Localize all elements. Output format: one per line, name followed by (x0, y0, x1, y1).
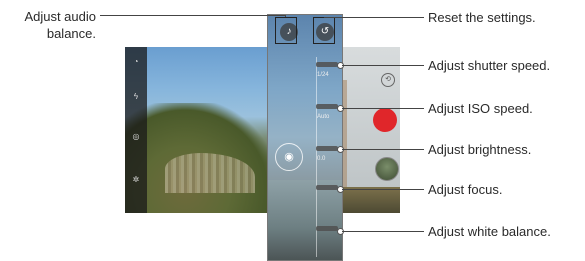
audio-balance-icon[interactable]: ◉ (275, 143, 303, 171)
audio-leader-h (100, 15, 286, 16)
shutter-leader (342, 65, 424, 66)
right-control-strip: ⟲ (343, 47, 400, 187)
reset-highlight-box (313, 17, 335, 44)
iso-label: Adjust ISO speed. (428, 101, 533, 116)
flip-camera-icon[interactable]: ⟲ (381, 73, 395, 87)
brightness-slider[interactable] (316, 146, 338, 151)
iso-slider[interactable] (316, 104, 338, 109)
focus-leader (342, 189, 424, 190)
audio-leader-v (285, 15, 286, 17)
shutter-slider[interactable] (316, 62, 338, 67)
white-balance-leader (342, 231, 424, 232)
hdr-icon[interactable]: ◎ (131, 132, 141, 142)
focus-slider[interactable] (316, 185, 338, 190)
white-balance-slider[interactable] (316, 226, 338, 231)
sea-background (268, 180, 342, 260)
iso-value: Auto (317, 114, 330, 120)
left-toolbar: ◔ ϟ ◎ ✲ (125, 47, 147, 213)
shutter-label: Adjust shutter speed. (428, 58, 551, 73)
iso-leader (342, 108, 424, 109)
flash-icon[interactable]: ϟ (131, 92, 141, 102)
shutter-value: 1/24 (317, 72, 329, 78)
timer-icon[interactable]: ◔ (131, 57, 141, 67)
brightness-leader (342, 149, 424, 150)
brightness-value: 0.0 (317, 156, 326, 162)
reset-label: Reset the settings. (428, 10, 536, 25)
manual-settings-panel: ♪ ↺ 1/24 Auto ◉ 0.0 (267, 14, 343, 261)
gallery-thumbnail[interactable] (375, 157, 399, 181)
reset-leader (324, 17, 424, 18)
audio-balance-label-line2: balance. (46, 26, 96, 41)
white-balance-label: Adjust white balance. (428, 224, 551, 239)
focus-label: Adjust focus. (428, 182, 503, 197)
sea-edge (343, 80, 347, 187)
audio-highlight-box (275, 17, 297, 44)
brightness-label: Adjust brightness. (428, 142, 532, 157)
audio-balance-label: Adjust audio balance. (0, 8, 96, 42)
settings-icon[interactable]: ✲ (131, 175, 141, 185)
record-button[interactable] (373, 108, 397, 132)
audio-balance-label-line1: Adjust audio (24, 9, 96, 24)
